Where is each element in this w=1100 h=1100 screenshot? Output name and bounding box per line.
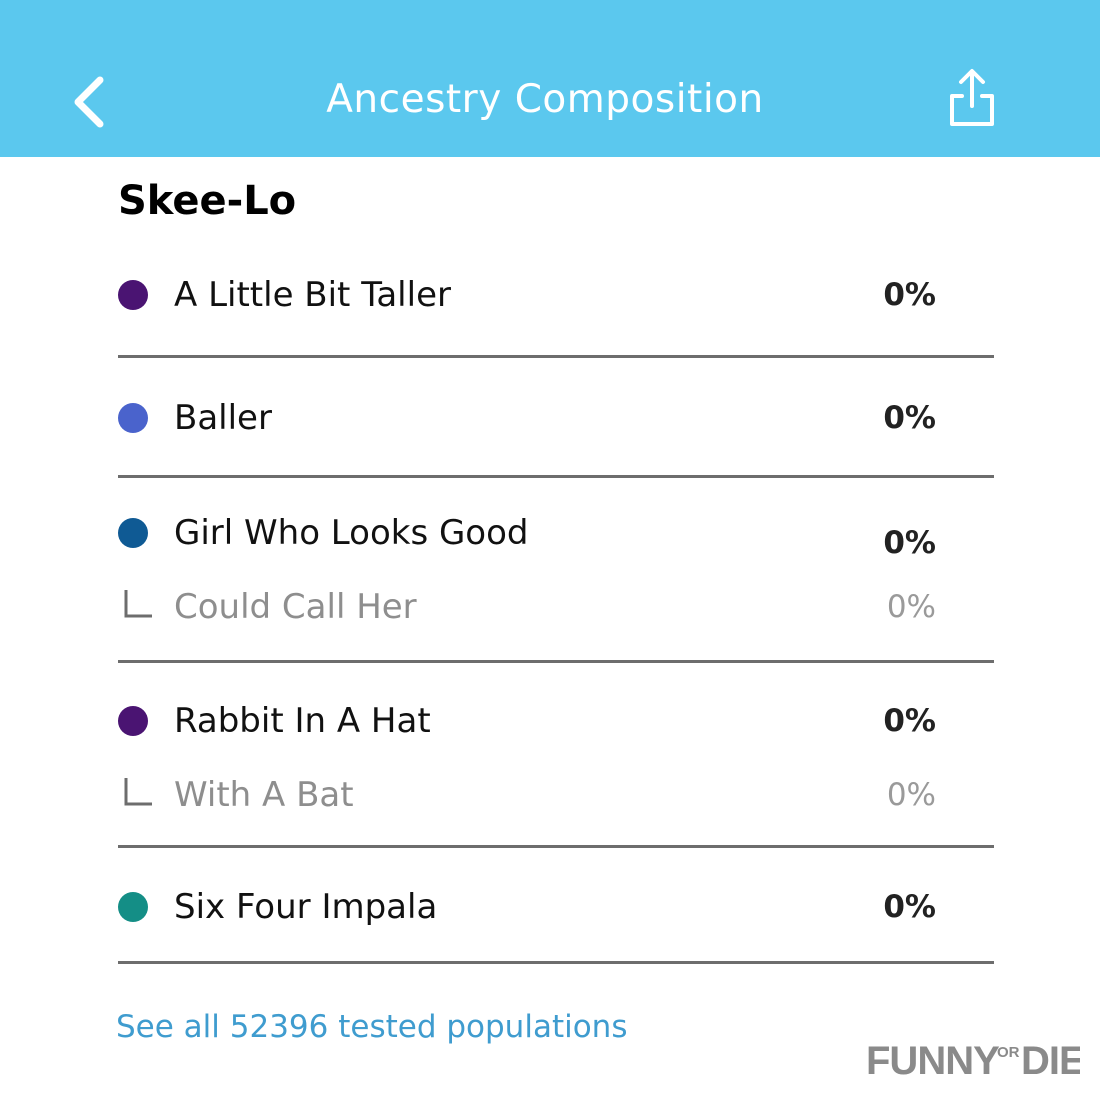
- sub-population-label: Could Call Her: [174, 587, 417, 627]
- population-label: Six Four Impala: [174, 887, 438, 927]
- divider: [118, 475, 994, 478]
- section-title: Skee-Lo: [118, 178, 297, 224]
- svg-text:FUNNY: FUNNY: [866, 1039, 1000, 1082]
- population-percent: 0%: [883, 277, 936, 313]
- app-header: Ancestry Composition: [0, 0, 1100, 157]
- divider: [118, 961, 994, 964]
- sub-population-percent: 0%: [886, 777, 936, 813]
- sub-item-corner-icon: [124, 778, 152, 806]
- share-button[interactable]: [944, 66, 1000, 130]
- population-color-dot: [118, 280, 148, 310]
- share-icon: [950, 69, 994, 126]
- sub-population-label: With A Bat: [174, 775, 354, 815]
- population-label: A Little Bit Taller: [174, 275, 451, 315]
- population-row[interactable]: Rabbit In A Hat 0%: [118, 696, 994, 746]
- see-all-populations-link[interactable]: See all 52396 tested populations: [116, 1005, 627, 1049]
- population-percent: 0%: [883, 525, 936, 561]
- population-percent: 0%: [883, 400, 936, 436]
- divider: [118, 660, 994, 663]
- sub-population-row[interactable]: Could Call Her 0%: [118, 582, 994, 632]
- funny-or-die-logo: FUNNY OR DIE: [866, 1039, 1080, 1082]
- population-color-dot: [118, 892, 148, 922]
- population-color-dot: [118, 403, 148, 433]
- population-label: Baller: [174, 398, 272, 438]
- population-percent: 0%: [883, 703, 936, 739]
- population-row[interactable]: Six Four Impala 0%: [118, 882, 994, 932]
- divider: [118, 355, 994, 358]
- svg-text:OR: OR: [997, 1044, 1020, 1061]
- population-color-dot: [118, 518, 148, 548]
- sub-item-corner-icon: [124, 590, 152, 618]
- svg-text:DIE: DIE: [1021, 1039, 1080, 1082]
- population-label: Girl Who Looks Good: [174, 513, 529, 553]
- population-label: Rabbit In A Hat: [174, 701, 431, 741]
- page-title: Ancestry Composition: [326, 77, 764, 122]
- population-row[interactable]: A Little Bit Taller 0%: [118, 270, 994, 320]
- sub-population-row[interactable]: With A Bat 0%: [118, 770, 994, 820]
- divider: [118, 845, 994, 848]
- sub-population-percent: 0%: [886, 589, 936, 625]
- population-row[interactable]: Baller 0%: [118, 393, 994, 443]
- population-color-dot: [118, 706, 148, 736]
- population-percent: 0%: [883, 889, 936, 925]
- population-row[interactable]: Girl Who Looks Good 0%: [118, 508, 994, 561]
